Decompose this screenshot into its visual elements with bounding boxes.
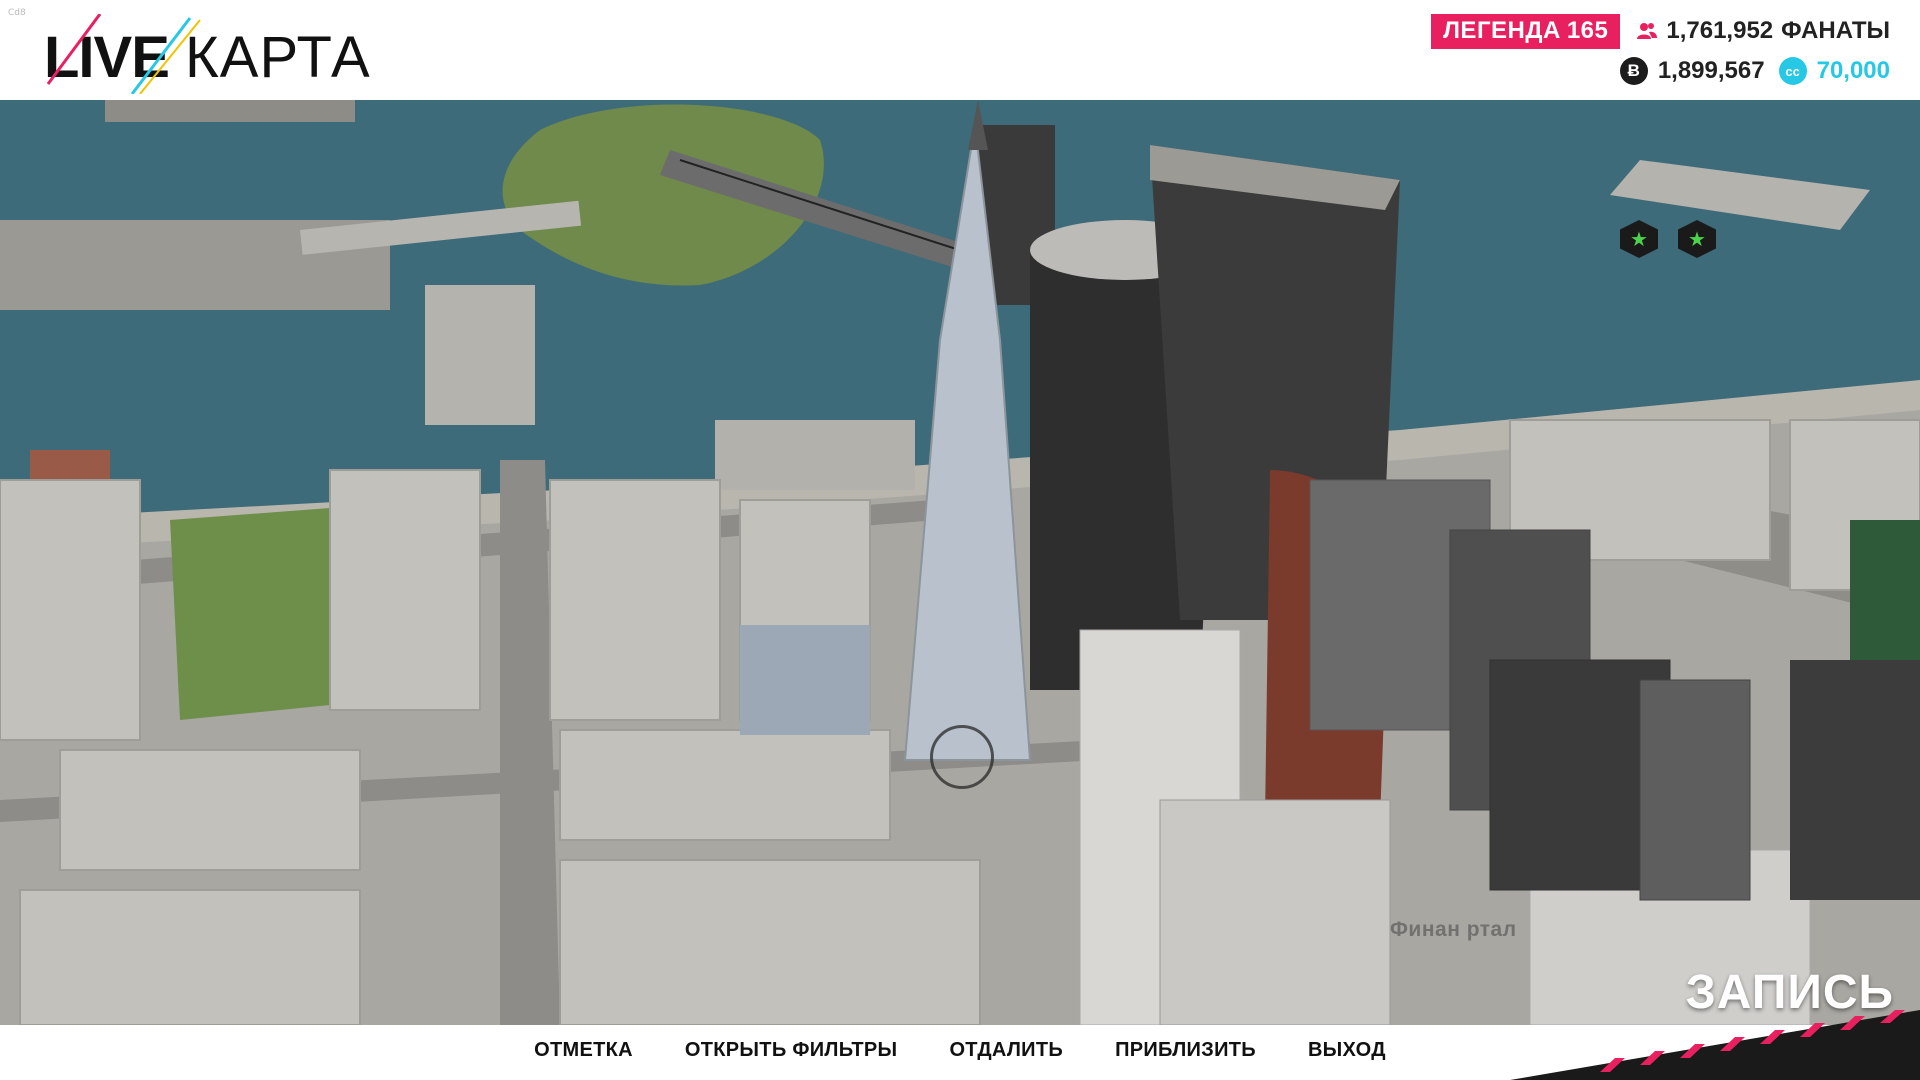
- bucks-value: 1,899,567: [1657, 57, 1765, 84]
- recording-stripe-decoration: [1510, 1010, 1920, 1080]
- fans-label: ФАНАТЫ: [1781, 17, 1890, 44]
- logo-slash-icon: [46, 14, 201, 94]
- map-cursor-ring[interactable]: [930, 725, 994, 789]
- white-tower-center: [1159, 799, 1391, 1025]
- office-block-5: [1790, 660, 1920, 900]
- landmark-markers: ★ ★: [1620, 220, 1716, 258]
- menu-zoom-out-button[interactable]: ОТДАЛИТЬ: [923, 1025, 1089, 1080]
- mid-rise-blue: [740, 625, 870, 735]
- livekarta-logo: LIVE КАРТА: [40, 14, 380, 94]
- bucks-counter: Ƀ 1,899,567: [1619, 57, 1765, 85]
- pier-center: [425, 285, 535, 425]
- district-label: Финан ртал: [1390, 918, 1517, 941]
- stats-row-bottom: Ƀ 1,899,567 cc 70,000: [1619, 52, 1890, 90]
- top-bar: Cd8 LIVE КАРТА ЛЕГЕНДА 165 1,761,952 ФАНА…: [0, 0, 1920, 100]
- legend-label: ЛЕГЕНДА: [1443, 16, 1561, 44]
- office-block-4: [1639, 679, 1751, 901]
- legend-badge: ЛЕГЕНДА 165: [1431, 13, 1621, 49]
- fans-counter: 1,761,952 ФАНАТЫ: [1636, 17, 1890, 45]
- menu-mark-button[interactable]: ОТМЕТКА: [508, 1025, 659, 1080]
- green-building: [1850, 520, 1920, 660]
- star-marker-icon[interactable]: ★: [1678, 220, 1716, 258]
- menu-exit-button[interactable]: ВЫХОД: [1282, 1025, 1412, 1080]
- fans-count: 1,761,952: [1666, 17, 1774, 44]
- fans-icon: [1637, 23, 1658, 39]
- ship: [105, 100, 355, 122]
- menu-zoom-in-button[interactable]: ПРИБЛИЗИТЬ: [1089, 1025, 1282, 1080]
- corner-tag: Cd8: [8, 8, 26, 18]
- cc-counter: cc 70,000: [1778, 57, 1890, 85]
- menu-open-filters-button[interactable]: ОТКРЫТЬ ФИЛЬТРЫ: [659, 1025, 924, 1080]
- legend-level: 165: [1566, 16, 1609, 44]
- waterfront-warehouse: [715, 420, 915, 490]
- bucks-coin-icon: Ƀ: [1619, 57, 1648, 85]
- star-marker-icon[interactable]: ★: [1620, 220, 1658, 258]
- stats-row-top: ЛЕГЕНДА 165 1,761,952 ФАНАТЫ: [1431, 12, 1890, 50]
- cc-value: 70,000: [1816, 57, 1890, 84]
- cc-coin-icon: cc: [1778, 57, 1807, 85]
- city-map-view[interactable]: ★ ★ Финан ртал: [0, 100, 1920, 1025]
